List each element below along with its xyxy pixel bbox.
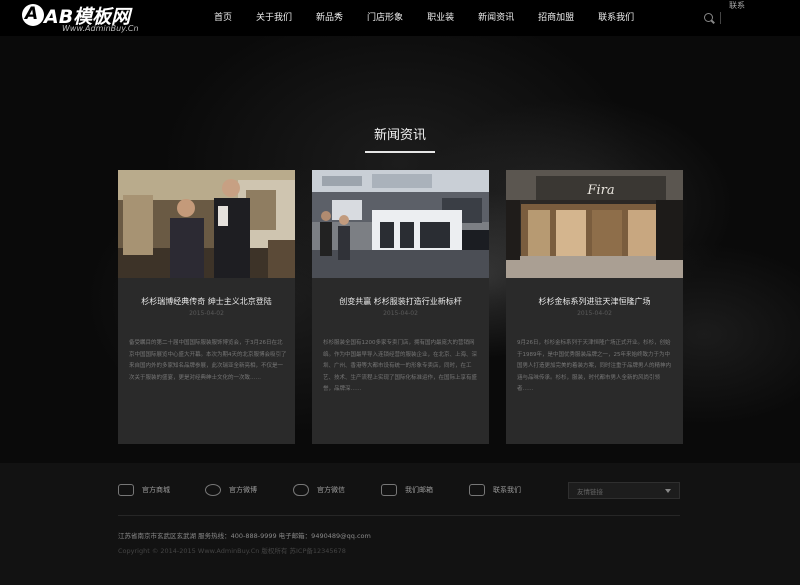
friend-links-select-value: 友情链接 <box>577 488 603 496</box>
svg-text:Fira: Fira <box>586 183 614 198</box>
nav-item-workwear[interactable]: 职业装 <box>427 0 454 36</box>
nav-item-franchise[interactable]: 招商加盟 <box>538 0 574 36</box>
search-icon[interactable] <box>704 13 713 22</box>
site-logo[interactable]: A AB模板网 Www.AdminBuy.Cn <box>22 3 162 33</box>
news-card-title[interactable]: 杉杉金标系列进驻天津恒隆广场 <box>506 296 683 307</box>
news-card-excerpt: 9月26日，杉杉金标系列于天津恒隆广场正式开业。杉杉，创始于1989年，是中国优… <box>517 340 672 392</box>
mail-icon <box>381 484 397 496</box>
nav-item-about[interactable]: 关于我们 <box>256 0 292 36</box>
news-card-date: 2015-04-02 <box>577 310 612 317</box>
friend-links-select[interactable]: 友情链接 <box>568 482 680 499</box>
news-card-title[interactable]: 杉杉瑞博经典传奇 绅士主义北京登陆 <box>118 296 295 307</box>
header-divider <box>720 12 721 24</box>
mall-icon <box>118 484 134 496</box>
site-header: A AB模板网 Www.AdminBuy.Cn 首页 关于我们 新品秀 门店形象… <box>0 0 800 36</box>
section-title-underline <box>365 151 435 153</box>
news-card-image[interactable] <box>312 170 489 278</box>
footer-link-label: 官方微博 <box>229 486 257 494</box>
news-card-title[interactable]: 创变共赢 杉杉服装打造行业新标杆 <box>312 296 489 307</box>
news-card-excerpt: 备受瞩目的第二十届中国国际服装服饰博览会，于3月26日在北京中国国际展览中心盛大… <box>129 340 287 381</box>
footer-link-label: 官方微信 <box>317 486 345 494</box>
footer-copyright: Copyright © 2014-2015 Www.AdminBuy.Cn 版权… <box>118 547 346 555</box>
nav-item-home[interactable]: 首页 <box>214 0 232 36</box>
weibo-icon <box>205 484 221 496</box>
nav-item-stores[interactable]: 门店形象 <box>367 0 403 36</box>
news-card-date: 2015-04-02 <box>189 310 224 317</box>
contact-icon <box>469 484 485 496</box>
logo-mark-icon: A <box>22 4 44 26</box>
logo-subtitle: Www.AdminBuy.Cn <box>62 24 139 33</box>
footer-link-label: 联系我们 <box>493 486 521 494</box>
news-card-image[interactable]: Fira <box>506 170 683 278</box>
footer-contact-info: 江苏省南京市玄武区玄武湖 服务热线：400-888-9999 电子邮箱：9490… <box>118 532 371 540</box>
nav-item-news[interactable]: 新闻资讯 <box>478 0 514 36</box>
nav-item-contact[interactable]: 联系我们 <box>598 0 634 36</box>
news-card[interactable]: Fira 杉杉金标系列进驻天津恒隆广场 2015-04-02 9月26日，杉杉金… <box>506 170 683 444</box>
header-contact-link[interactable]: 联系 <box>729 0 745 11</box>
nav-item-new-products[interactable]: 新品秀 <box>316 0 343 36</box>
news-card-image[interactable] <box>118 170 295 278</box>
main-nav: 首页 关于我们 新品秀 门店形象 职业装 新闻资讯 招商加盟 联系我们 <box>200 0 634 36</box>
chevron-down-icon <box>665 489 671 493</box>
news-card[interactable]: 创变共赢 杉杉服装打造行业新标杆 2015-04-02 杉杉服装全国有1200多… <box>312 170 489 444</box>
footer-link-label: 官方商城 <box>142 486 170 494</box>
wechat-icon <box>293 484 309 496</box>
news-card[interactable]: 杉杉瑞博经典传奇 绅士主义北京登陆 2015-04-02 备受瞩目的第二十届中国… <box>118 170 295 444</box>
news-card-date: 2015-04-02 <box>383 310 418 317</box>
footer-divider <box>118 515 680 516</box>
footer-link-label: 我们邮箱 <box>405 486 433 494</box>
section-title: 新闻资讯 <box>373 128 426 143</box>
news-card-excerpt: 杉杉服装全国有1200多家专卖门店，拥有国内最庞大的营销网络。作为中国最早导入连… <box>323 340 478 392</box>
site-footer: 官方商城 官方微博 官方微信 我们邮箱 联系我们 友情链接 江苏省南京市玄武区玄… <box>0 463 800 585</box>
